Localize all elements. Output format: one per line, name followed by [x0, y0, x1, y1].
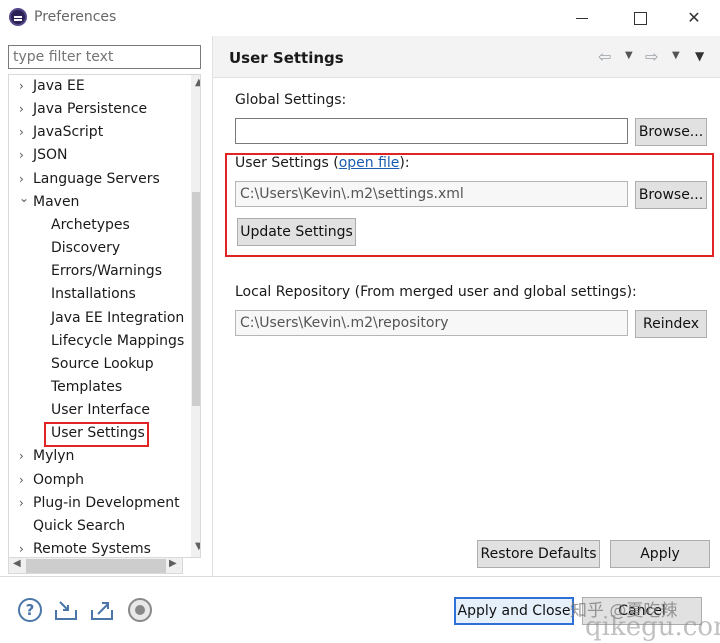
tree-item[interactable]: › JavaScript: [9, 121, 189, 143]
watermark-site: qikegu.com: [585, 612, 720, 642]
help-icon[interactable]: ?: [18, 598, 42, 622]
scroll-left-icon[interactable]: ◀: [13, 558, 21, 569]
restore-defaults-button[interactable]: Restore Defaults: [477, 540, 600, 568]
page-header: User Settings ⇦ ▼ ⇨ ▼ ▼: [213, 36, 720, 78]
user-settings-label-suffix: ):: [399, 155, 410, 171]
title-bar: Preferences ✕: [0, 0, 720, 36]
minimize-button[interactable]: [560, 4, 604, 32]
window-title: Preferences: [34, 9, 117, 25]
maximize-button[interactable]: [618, 4, 662, 32]
tree-item-label: User Interface: [51, 402, 151, 419]
filter-input[interactable]: [8, 45, 201, 69]
global-settings-field[interactable]: [235, 118, 628, 144]
tree-item-label: Maven: [33, 193, 80, 210]
tree-item[interactable]: Lifecycle Mappings: [9, 330, 189, 352]
tree-item[interactable]: › Language Servers: [9, 168, 189, 190]
chevron-right-icon[interactable]: ›: [19, 538, 29, 557]
tree-item[interactable]: Installations: [9, 283, 189, 305]
tree-item-label: Java EE Integration: [51, 309, 185, 326]
chevron-right-icon[interactable]: ›: [19, 144, 29, 166]
chevron-right-icon[interactable]: ›: [19, 98, 29, 120]
view-menu-icon[interactable]: ▼: [695, 49, 704, 63]
tree-item-label: Installations: [51, 286, 136, 303]
tree-item-label: JavaScript: [33, 124, 104, 141]
h-scroll-thumb[interactable]: [26, 559, 166, 573]
tree-vertical-scrollbar[interactable]: ▲ ▼: [191, 75, 200, 557]
global-browse-button[interactable]: Browse...: [635, 118, 707, 146]
local-repository-label: Local Repository (From merged user and g…: [235, 284, 637, 300]
back-menu-icon[interactable]: ▼: [625, 50, 633, 61]
global-settings-label: Global Settings:: [235, 92, 347, 108]
tree-item-label: Mylyn: [33, 448, 75, 465]
tree-item[interactable]: Errors/Warnings: [9, 260, 189, 282]
tree-item-label: Source Lookup: [51, 355, 154, 372]
tree-item-label: JSON: [33, 147, 68, 164]
chevron-right-icon[interactable]: ›: [19, 445, 29, 467]
tree-item[interactable]: › Java EE: [9, 75, 189, 97]
user-settings-label-text: User Settings (: [235, 155, 339, 171]
apply-button[interactable]: Apply: [610, 540, 710, 568]
tree-item[interactable]: › JSON: [9, 144, 189, 166]
tree-item[interactable]: Archetypes: [9, 214, 189, 236]
local-repository-field: C:\Users\Kevin\.m2\repository: [235, 310, 628, 336]
user-browse-button[interactable]: Browse...: [635, 181, 707, 209]
tree-item[interactable]: › Mylyn: [9, 445, 189, 467]
tree-item-label: Quick Search: [33, 517, 126, 534]
forward-arrow-icon[interactable]: ⇨: [645, 47, 658, 66]
tree-item[interactable]: Java EE Integration: [9, 307, 189, 329]
tree-item[interactable]: › Plug-in Development: [9, 492, 189, 514]
tree-item-label: Remote Systems: [33, 541, 151, 557]
chevron-down-icon[interactable]: ⌄: [19, 187, 29, 209]
chevron-right-icon[interactable]: ›: [19, 492, 29, 514]
tree-item[interactable]: › Remote Systems: [9, 538, 189, 557]
forward-menu-icon[interactable]: ▼: [672, 50, 680, 61]
user-settings-label: User Settings (open file):: [235, 155, 410, 171]
scroll-up-icon[interactable]: ▲: [195, 77, 200, 88]
chevron-right-icon[interactable]: ›: [19, 469, 29, 491]
chevron-right-icon[interactable]: ›: [19, 75, 29, 97]
chevron-right-icon[interactable]: ›: [19, 121, 29, 143]
tree-item-label: Lifecycle Mappings: [51, 332, 185, 349]
tree-item-label: Plug-in Development: [33, 494, 180, 511]
page-title: User Settings: [229, 49, 344, 67]
apply-and-close-button[interactable]: Apply and Close: [454, 597, 574, 625]
tree-item-label: Java EE: [33, 78, 85, 94]
tree-item[interactable]: › Java Persistence: [9, 98, 189, 120]
tree-item[interactable]: › Oomph: [9, 469, 189, 491]
user-settings-field[interactable]: C:\Users\Kevin\.m2\settings.xml: [235, 181, 628, 207]
panel-divider: [212, 36, 213, 576]
oomph-icon[interactable]: [128, 598, 152, 622]
tree-item-label: Errors/Warnings: [51, 263, 162, 280]
tree-item[interactable]: Quick Search: [9, 515, 189, 537]
export-icon[interactable]: [90, 598, 114, 622]
tree-item-label: Oomph: [33, 471, 84, 488]
tree-item-label: Archetypes: [51, 216, 130, 233]
back-arrow-icon[interactable]: ⇦: [598, 47, 611, 66]
tree-item[interactable]: User Interface: [9, 399, 189, 421]
import-icon[interactable]: [54, 598, 78, 622]
close-button[interactable]: ✕: [672, 4, 716, 32]
scroll-right-icon[interactable]: ▶: [169, 558, 177, 569]
tree-item[interactable]: Source Lookup: [9, 353, 189, 375]
tree-item-label: Templates: [51, 378, 123, 395]
tree-item[interactable]: ⌄ Maven: [9, 191, 189, 213]
open-file-link[interactable]: open file: [339, 155, 400, 171]
tree-item[interactable]: Templates: [9, 376, 189, 398]
app-icon: [9, 8, 27, 26]
tree-horizontal-scrollbar[interactable]: ◀ ▶: [8, 557, 183, 574]
scroll-down-icon[interactable]: ▼: [195, 541, 200, 552]
selected-item-highlight: [44, 422, 149, 447]
preference-tree[interactable]: ▲ ▼ ›Java EE›Java Persistence›JavaScript…: [8, 74, 201, 558]
tree-item[interactable]: Discovery: [9, 237, 189, 259]
tree-item-label: Java Persistence: [33, 101, 148, 118]
tree-item-label: Discovery: [51, 240, 121, 257]
tree-item-label: Language Servers: [33, 170, 160, 187]
update-settings-button[interactable]: Update Settings: [237, 218, 356, 246]
footer-separator: [0, 576, 720, 577]
scroll-thumb[interactable]: [192, 192, 200, 406]
reindex-button[interactable]: Reindex: [635, 310, 707, 338]
